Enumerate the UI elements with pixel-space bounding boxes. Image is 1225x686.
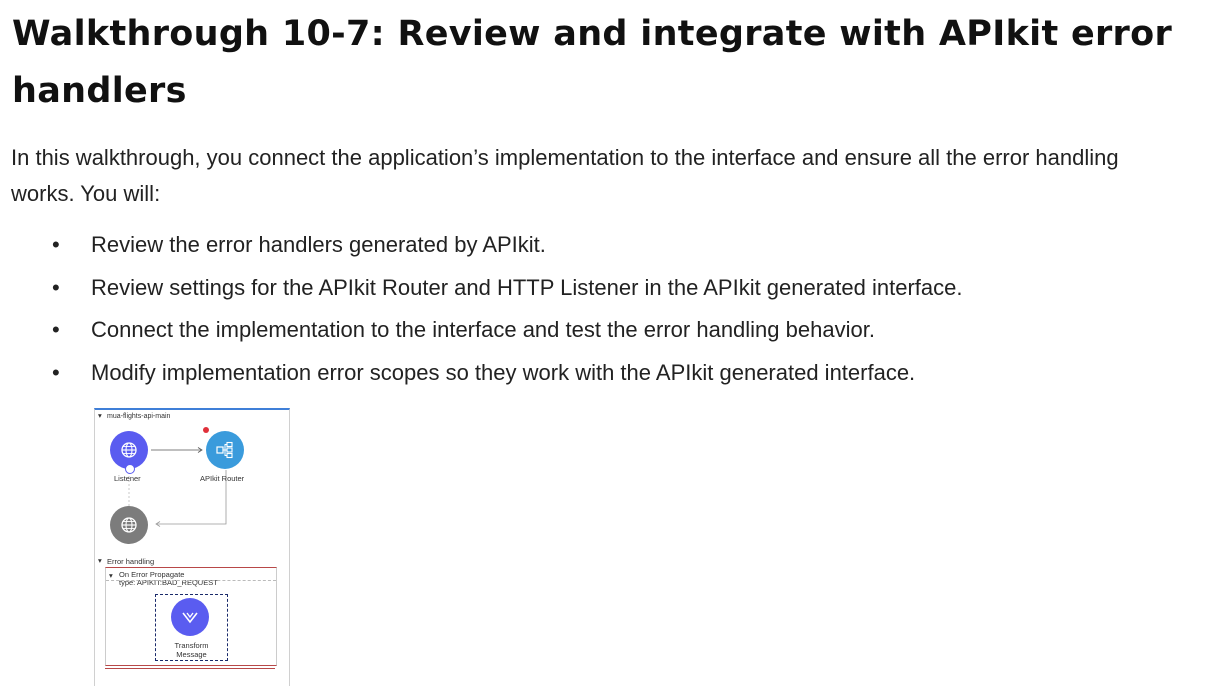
transform-node (171, 598, 209, 636)
listener-label: Listener (114, 474, 141, 483)
apikit-router-node[interactable] (206, 431, 244, 469)
response-node[interactable] (110, 506, 148, 544)
objectives-list: • Review the error handlers generated by… (0, 226, 1200, 396)
error-handling-label: Error handling (107, 557, 155, 566)
next-scope-border (105, 668, 275, 669)
collapse-icon[interactable]: ▾ (109, 571, 113, 580)
list-item: • Modify implementation error scopes so … (0, 354, 1200, 397)
globe-icon (121, 517, 137, 533)
transform-message-component[interactable]: Transform Message (155, 594, 228, 661)
list-item-text: Modify implementation error scopes so th… (91, 359, 916, 385)
page-title: Walkthrough 10-7: Review and integrate w… (12, 14, 1173, 111)
bullet-marker: • (52, 274, 60, 300)
on-error-propagate-scope[interactable]: ▾ On Error Propagate type: APIKIT:BAD_RE… (105, 567, 277, 666)
list-item: • Review the error handlers generated by… (0, 226, 1200, 269)
list-item: • Review settings for the APIkit Router … (0, 269, 1200, 312)
globe-icon (121, 442, 137, 458)
source-indicator-icon (125, 464, 135, 474)
transform-label-line1: Transform (174, 641, 209, 650)
document-page: Walkthrough 10-7: Review and integrate w… (0, 0, 1225, 686)
transform-label-line2: Message (176, 650, 207, 659)
list-item: • Connect the implementation to the inte… (0, 311, 1200, 354)
divider (106, 580, 276, 581)
list-item-text: Review settings for the APIkit Router an… (91, 274, 963, 300)
breakpoint-icon (203, 427, 209, 433)
bullet-marker: • (52, 317, 60, 342)
flow-diagram: ▾ mua-flights-api-main Listener APIkit R… (94, 408, 290, 686)
list-item-text: Review the error handlers generated by A… (91, 232, 546, 257)
bullet-marker: • (52, 232, 60, 257)
transform-icon (182, 612, 198, 624)
collapse-icon[interactable]: ▾ (98, 556, 102, 565)
bullet-marker: • (52, 359, 60, 385)
router-label: APIkit Router (200, 474, 245, 483)
router-icon (216, 441, 233, 459)
intro-paragraph: In this walkthrough, you connect the app… (11, 145, 1119, 206)
list-item-text: Connect the implementation to the interf… (91, 317, 875, 342)
